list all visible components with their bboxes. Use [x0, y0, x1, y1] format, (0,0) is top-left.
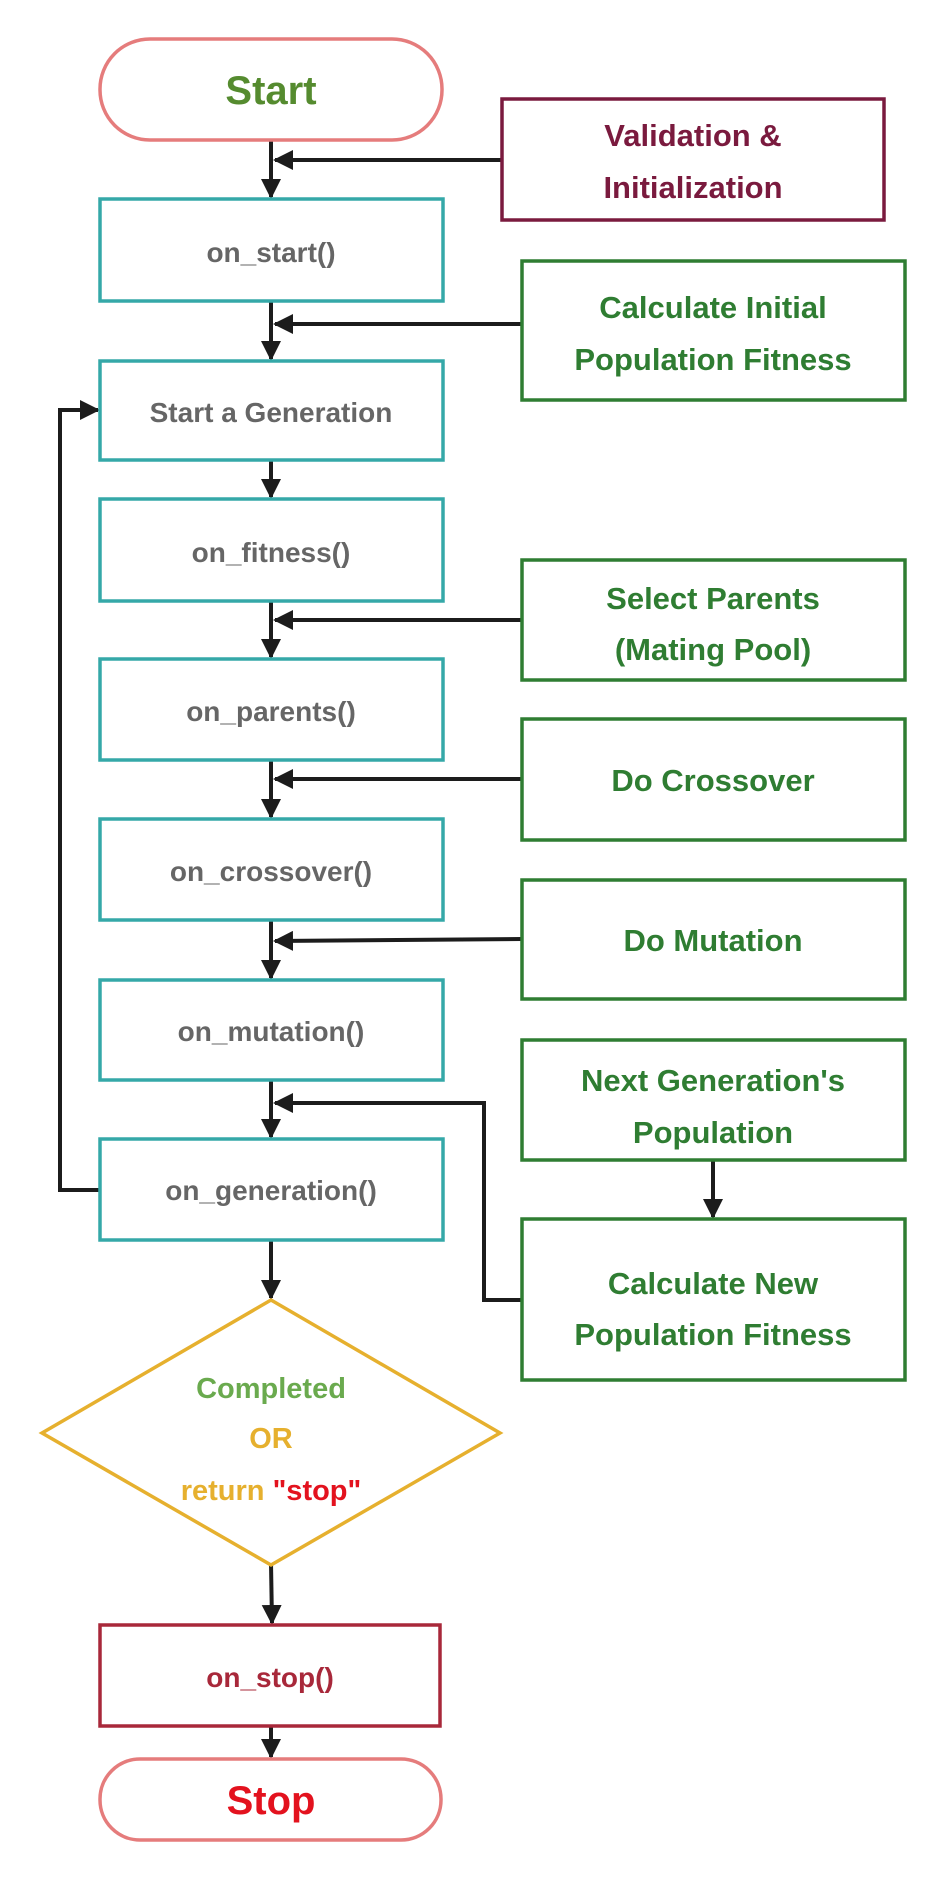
hook-on-stop: on_stop(): [98, 1623, 442, 1728]
decision-completed: Completed: [196, 1373, 346, 1405]
decision-or: OR: [249, 1423, 293, 1455]
action-calc-initial: Calculate Initial Population Fitness: [520, 259, 907, 402]
hook-start-generation: Start a Generation: [98, 359, 445, 462]
action-validation: Validation & Initialization: [500, 97, 886, 222]
decision-stop-string: "stop": [273, 1475, 362, 1507]
on-parents-label: on_parents(): [186, 696, 356, 727]
edge-loop-back: [58, 400, 100, 1192]
decision-diamond: Completed OR return "stop": [38, 1297, 504, 1568]
ga-lifecycle-flowchart: Start on_start() Start a Generation on_f…: [38, 37, 907, 1842]
edge-decision-to-onstop: [261, 1562, 282, 1625]
select-parents-line-1: Select Parents: [606, 581, 820, 616]
select-parents-line-2: (Mating Pool): [615, 632, 811, 667]
validation-line-1: Validation &: [604, 118, 781, 153]
start-generation-label: Start a Generation: [150, 397, 393, 428]
on-fitness-label: on_fitness(): [192, 537, 351, 568]
hook-on-crossover: on_crossover(): [98, 817, 445, 922]
hook-on-start: on_start(): [98, 197, 445, 303]
on-start-label: on_start(): [206, 237, 335, 268]
decision-return-line: return "stop": [181, 1475, 362, 1507]
next-generation-line-1: Next Generation's: [581, 1063, 845, 1098]
mutation-label: Do Mutation: [623, 923, 802, 958]
on-crossover-label: on_crossover(): [170, 856, 372, 887]
decision-return: return: [181, 1475, 265, 1507]
start-label: Start: [225, 69, 316, 113]
next-generation-line-2: Population: [633, 1115, 793, 1150]
action-crossover: Do Crossover: [520, 717, 907, 842]
calc-initial-line-2: Population Fitness: [574, 342, 851, 377]
on-generation-label: on_generation(): [165, 1175, 377, 1206]
hook-on-mutation: on_mutation(): [98, 978, 445, 1082]
calc-new-line-1: Calculate New: [608, 1266, 819, 1301]
calc-initial-line-1: Calculate Initial: [599, 290, 826, 325]
crossover-label: Do Crossover: [611, 763, 814, 798]
hook-on-parents: on_parents(): [98, 657, 445, 762]
edge-mutation-in: [273, 930, 523, 951]
on-stop-label: on_stop(): [206, 1662, 334, 1693]
start-terminal: Start: [98, 37, 444, 142]
stop-terminal: Stop: [98, 1757, 443, 1842]
calc-new-line-2: Population Fitness: [574, 1317, 851, 1352]
validation-line-2: Initialization: [603, 170, 782, 205]
hook-on-fitness: on_fitness(): [98, 497, 445, 603]
stop-label: Stop: [227, 1779, 316, 1823]
action-select-parents: Select Parents (Mating Pool): [520, 558, 907, 682]
action-calc-new: Calculate New Population Fitness: [520, 1217, 907, 1382]
on-mutation-label: on_mutation(): [178, 1016, 365, 1047]
action-next-generation: Next Generation's Population: [520, 1038, 907, 1162]
action-mutation: Do Mutation: [520, 878, 907, 1001]
hook-on-generation: on_generation(): [98, 1137, 445, 1242]
